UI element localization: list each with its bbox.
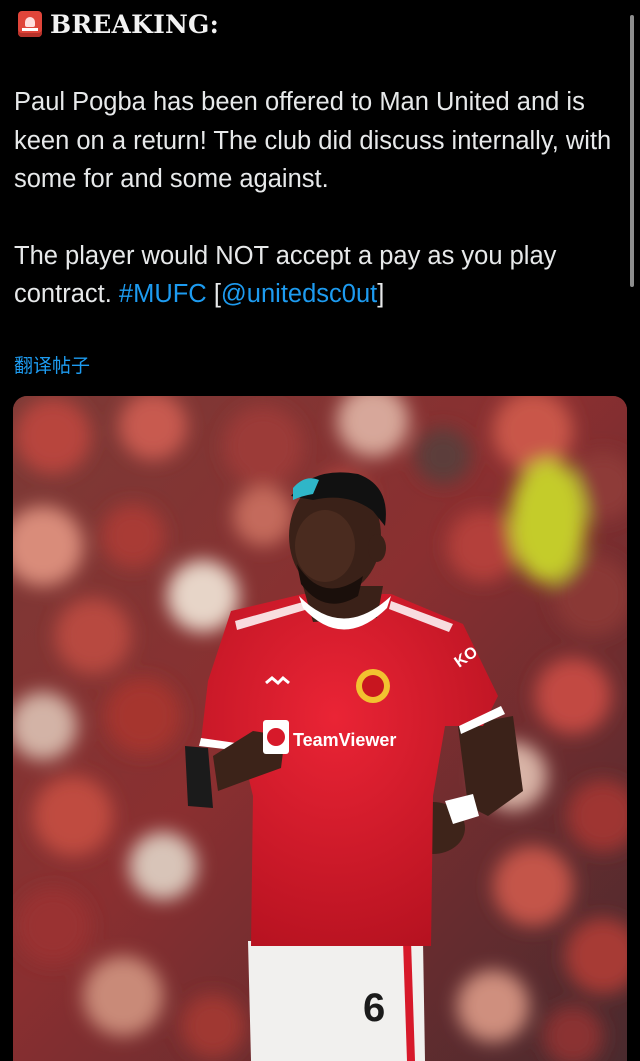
player-photo: TeamViewer KO 6 (13, 396, 627, 1061)
bracket-close: ] (377, 280, 385, 308)
translate-post-link[interactable]: 翻译帖子 (14, 351, 90, 378)
mention-link[interactable]: @unitedsc0ut (221, 280, 377, 308)
shorts-number: 6 (363, 986, 385, 1030)
siren-icon (18, 11, 42, 37)
tweet-text: Paul Pogba has been offered to Man Unite… (14, 83, 619, 314)
scrollbar[interactable] (630, 15, 634, 287)
bracket-open: [ (206, 280, 221, 308)
tweet-photo[interactable]: TeamViewer KO 6 (13, 396, 627, 1061)
tweet-paragraph-2: The player would NOT accept a pay as you… (14, 237, 619, 314)
sponsor-logo-text: TeamViewer (293, 730, 396, 750)
tweet-header: BREAKING: (18, 8, 219, 40)
hashtag-link[interactable]: #MUFC (119, 280, 207, 308)
breaking-headline: BREAKING: (50, 9, 220, 39)
tweet-paragraph-1: Paul Pogba has been offered to Man Unite… (14, 88, 612, 193)
